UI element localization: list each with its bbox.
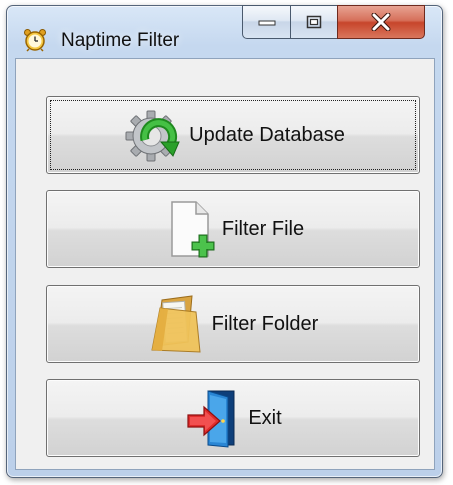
filter-folder-label: Filter Folder	[211, 312, 319, 335]
maximize-icon	[306, 15, 322, 29]
maximize-button[interactable]	[290, 5, 338, 39]
close-button[interactable]	[337, 5, 425, 39]
alarm-clock-icon[interactable]	[23, 28, 47, 52]
filter-folder-button[interactable]: Filter Folder	[46, 285, 420, 363]
minimize-icon	[258, 20, 275, 26]
gear-refresh-icon	[125, 110, 180, 162]
minimize-button[interactable]	[242, 5, 291, 39]
exit-label: Exit	[248, 406, 282, 429]
window-title: Naptime Filter	[61, 30, 180, 51]
filter-file-label: Filter File	[221, 217, 305, 240]
folder-icon	[151, 295, 201, 353]
app-window: Naptime Filter Update Database Filter Fi…	[6, 5, 443, 478]
client-area: Update Database Filter File Filter Folde…	[15, 58, 435, 470]
file-add-icon	[171, 201, 215, 258]
caption-buttons	[235, 5, 435, 42]
exit-door-icon	[187, 390, 235, 448]
close-icon	[371, 13, 391, 31]
title-bar[interactable]: Naptime Filter	[7, 5, 442, 56]
filter-file-button[interactable]: Filter File	[46, 190, 420, 268]
update-database-button[interactable]: Update Database	[46, 96, 420, 174]
exit-button[interactable]: Exit	[46, 379, 420, 457]
update-database-label: Update Database	[189, 123, 345, 146]
